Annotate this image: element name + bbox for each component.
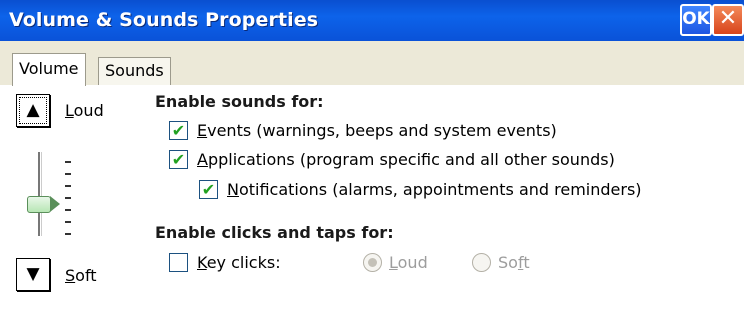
- events-label: Events (warnings, beeps and system event…: [197, 121, 557, 140]
- volume-slider-track[interactable]: [38, 152, 42, 236]
- slider-tick: [65, 209, 71, 211]
- volume-up-button[interactable]: ▲: [16, 94, 50, 127]
- soft-radio[interactable]: [472, 253, 491, 272]
- key-clicks-label: Key clicks:: [197, 253, 281, 272]
- title-bar: Volume & Sounds Properties OK ✕: [0, 0, 744, 41]
- up-arrow-icon: ▲: [26, 100, 40, 120]
- events-checkbox[interactable]: ✔: [169, 121, 188, 140]
- slider-tick: [65, 173, 71, 175]
- key-clicks-checkbox[interactable]: [169, 253, 188, 272]
- slider-tick: [65, 221, 71, 223]
- enable-sounds-heading: Enable sounds for:: [155, 92, 324, 111]
- volume-down-button[interactable]: ▼: [16, 258, 50, 291]
- loud-radio[interactable]: [363, 253, 382, 272]
- soft-radio-label: Soft: [498, 253, 530, 272]
- loud-label: Loud: [65, 101, 104, 120]
- ok-button[interactable]: OK: [680, 4, 712, 36]
- soft-label: Soft: [65, 266, 97, 285]
- down-arrow-icon: ▼: [26, 264, 40, 284]
- slider-tick: [65, 233, 71, 235]
- tab-sounds[interactable]: Sounds: [98, 57, 171, 85]
- applications-checkbox[interactable]: ✔: [169, 150, 188, 169]
- notifications-checkbox[interactable]: ✔: [199, 180, 218, 199]
- close-button[interactable]: ✕: [712, 4, 744, 36]
- window-title: Volume & Sounds Properties: [9, 9, 319, 31]
- slider-tick: [65, 197, 71, 199]
- volume-slider-thumb[interactable]: [27, 196, 60, 213]
- loud-radio-label: Loud: [389, 253, 428, 272]
- volume-tab-panel: [0, 85, 744, 318]
- slider-tick: [65, 185, 71, 187]
- notifications-label: Notifications (alarms, appointments and …: [227, 180, 642, 199]
- applications-label: Applications (program specific and all o…: [197, 150, 615, 169]
- slider-tick: [65, 161, 71, 163]
- enable-clicks-heading: Enable clicks and taps for:: [155, 223, 394, 242]
- tab-volume[interactable]: Volume: [12, 53, 86, 86]
